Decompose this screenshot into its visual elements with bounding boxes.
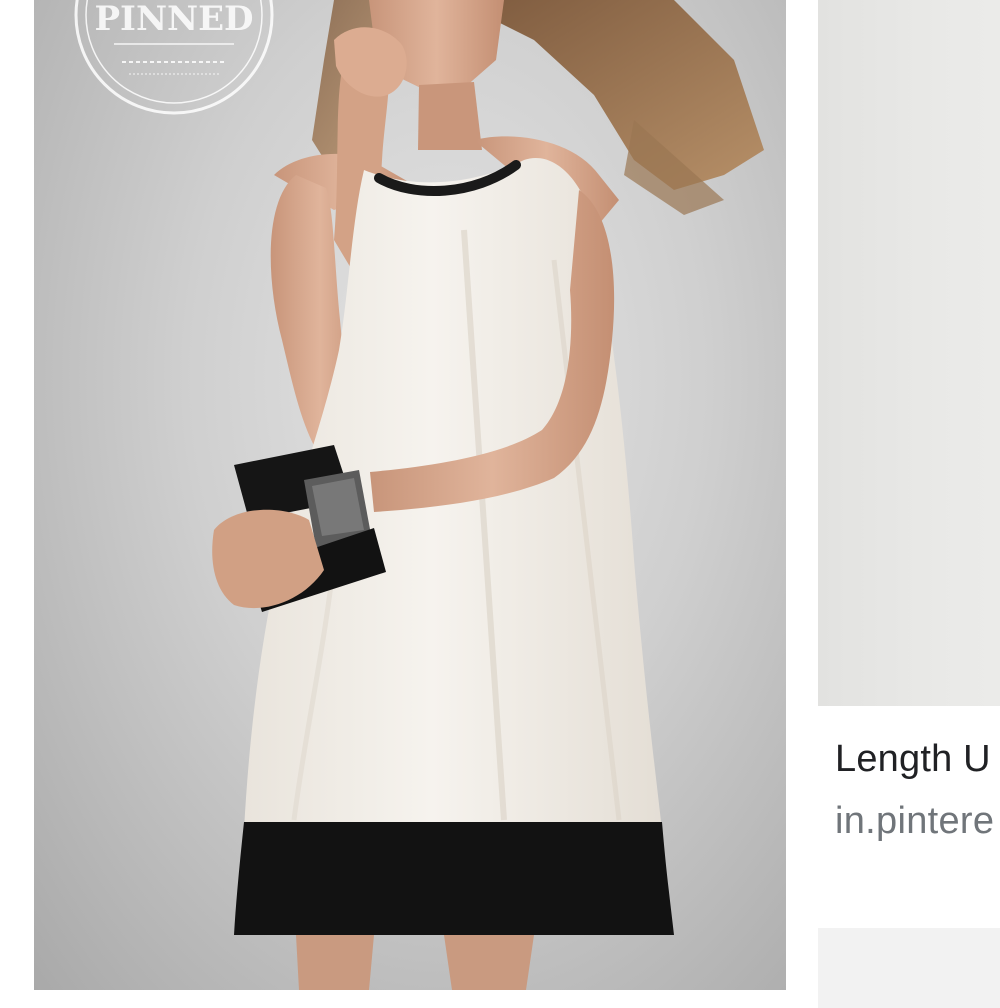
result-image-card[interactable]: PINNED: [34, 0, 786, 990]
result-card-below[interactable]: [818, 928, 1000, 1008]
result-card-next[interactable]: Length U in.pintere: [818, 0, 1000, 990]
result-source: in.pintere: [835, 800, 995, 842]
result-thumbnail[interactable]: [818, 0, 1000, 706]
pinned-stamp: PINNED: [74, 0, 274, 115]
stamp-main-text: PINNED: [94, 0, 253, 39]
fashion-photo: PINNED: [74, 0, 764, 990]
result-title[interactable]: Length U: [835, 738, 991, 781]
